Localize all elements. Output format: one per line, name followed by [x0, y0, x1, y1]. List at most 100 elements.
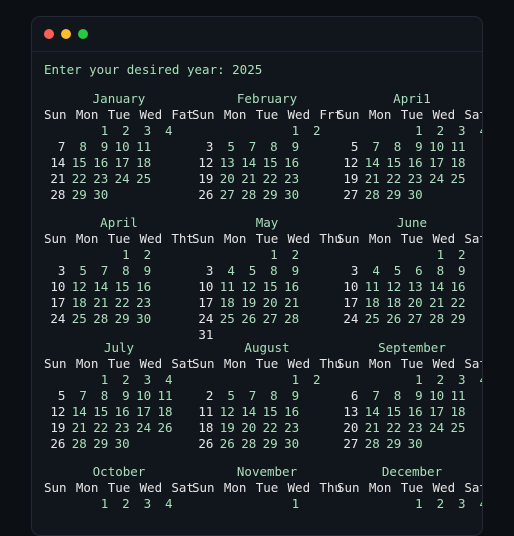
minimize-button[interactable]	[61, 29, 71, 39]
day-cell: 30	[284, 187, 300, 202]
day-cell: 20	[241, 420, 257, 435]
day-cell: 22	[386, 171, 402, 186]
day-cell: 1	[100, 496, 109, 511]
day-cell: 17	[50, 295, 66, 310]
day-cell: 16	[136, 279, 152, 294]
day-cell: 27	[219, 187, 235, 202]
day-cell: 4	[165, 372, 173, 387]
month-name: August	[244, 340, 290, 355]
week-row: 24 25 28 29 30	[44, 311, 194, 327]
day-cell: 20	[219, 171, 235, 186]
day-cell: 9	[291, 263, 300, 278]
day-cell: 18	[198, 420, 214, 435]
month-april: April Sun Mon Tue Wed Tht 1 2 3 5 7 8 9 10 12 14 15 16 17 1…	[44, 215, 194, 327]
day-cell: 25	[450, 171, 466, 186]
day-cell: 6	[350, 388, 359, 403]
day-cell: 24	[198, 311, 214, 326]
day-cell: 5	[248, 263, 257, 278]
day-cell: 2	[313, 372, 321, 387]
weekday-header: Sun Mon Tue Wed Frt	[192, 107, 342, 123]
weekday-header: Sun Mon Tue Wed Thu	[192, 231, 342, 247]
day-cell: 8	[393, 388, 402, 403]
week-row: 5 7 8 9 10 11	[44, 388, 194, 404]
weekday-label: Wed	[139, 107, 163, 122]
day-cell: 15	[262, 404, 278, 419]
day-cell: 4	[165, 123, 173, 138]
day-cell: 26	[198, 187, 214, 202]
month-december: DecemberSunMonTueWedSat1234	[337, 464, 482, 512]
day-cell: 21	[241, 171, 257, 186]
close-button[interactable]	[44, 29, 54, 39]
day-cell: 1	[291, 372, 300, 387]
day-cell: 7	[100, 263, 109, 278]
weekday-label: Sat	[171, 356, 194, 371]
week-row: 35789	[44, 263, 194, 279]
day-cell: 11	[450, 388, 466, 403]
day-cell	[337, 247, 358, 263]
day-cell: 30	[407, 187, 423, 202]
day-cell: 1	[270, 247, 278, 262]
day-cell: 19	[241, 295, 257, 310]
day-cell: 7	[79, 388, 87, 403]
day-cell	[235, 496, 256, 512]
week-row: 28 29 30	[44, 187, 194, 203]
day-cell	[235, 247, 256, 263]
month-name: October	[92, 464, 146, 479]
day-cell	[235, 372, 256, 388]
weekday-label: Tue	[107, 480, 131, 495]
weekday-label: Sun	[192, 480, 215, 495]
day-cell: 10	[343, 279, 359, 294]
day-cell: 24	[343, 311, 359, 326]
day-cell: 5	[57, 388, 66, 403]
day-cell: 14	[71, 404, 87, 419]
zoom-button[interactable]	[78, 29, 88, 39]
month-name: January	[92, 91, 146, 106]
weekday-label: Mon	[223, 107, 247, 122]
day-cell: 4	[372, 263, 380, 278]
day-cell: 12	[219, 404, 235, 419]
day-cell: 9	[415, 139, 423, 154]
day-cell: 15	[262, 279, 278, 294]
day-cell: 22	[386, 420, 402, 435]
day-cell: 27	[343, 187, 359, 202]
day-cell: 6	[415, 263, 423, 278]
day-cell: 12	[198, 155, 214, 170]
month-name: September	[378, 340, 446, 355]
day-cell: 25	[450, 420, 466, 435]
weekday-label: Tue	[107, 107, 131, 122]
terminal-prompt: Enter your desired year: 2025	[44, 62, 263, 77]
day-cell: 26	[386, 311, 402, 326]
day-cell: 9	[100, 139, 109, 154]
day-cell: 4	[466, 123, 482, 139]
day-cell: 21	[364, 420, 380, 435]
day-cell: 3	[143, 123, 152, 138]
month-may: May Sun Mon Tue Wed Thu 1 2 3 4 5 8 9 10 11 12 15 16 17 18 1…	[192, 215, 342, 343]
day-cell: 22	[114, 295, 130, 310]
day-cell: 12	[50, 404, 66, 419]
day-cell: 2	[122, 372, 130, 387]
day-cell	[192, 247, 213, 263]
day-cell: 10	[114, 139, 130, 154]
weekday-header: Sun Mon Tue Wed Tht	[44, 231, 194, 247]
day-cell: 7	[372, 139, 380, 154]
day-cell: 14	[50, 155, 66, 170]
day-cell: 29	[262, 187, 278, 202]
week-row: 12 13 14 15 16	[192, 155, 342, 171]
day-cell: 29	[262, 436, 278, 451]
weekday-label: Sun	[192, 107, 215, 122]
week-row: 1234	[337, 123, 482, 139]
day-cell: 2	[122, 496, 130, 511]
day-cell: 16	[407, 404, 423, 419]
week-row: 17 18 21 22 23	[44, 295, 194, 311]
day-cell: 10	[429, 388, 445, 403]
day-cell: 18	[364, 295, 380, 310]
week-row: 10 11 12 15 16	[192, 279, 342, 295]
day-cell: 17	[429, 155, 445, 170]
day-cell: 8	[79, 139, 87, 154]
weekday-label: Sun	[44, 231, 67, 246]
day-cell: 29	[386, 436, 402, 451]
day-cell	[358, 247, 379, 263]
day-cell	[44, 247, 65, 263]
month-name: December	[381, 464, 443, 479]
day-cell: 1	[436, 247, 445, 262]
